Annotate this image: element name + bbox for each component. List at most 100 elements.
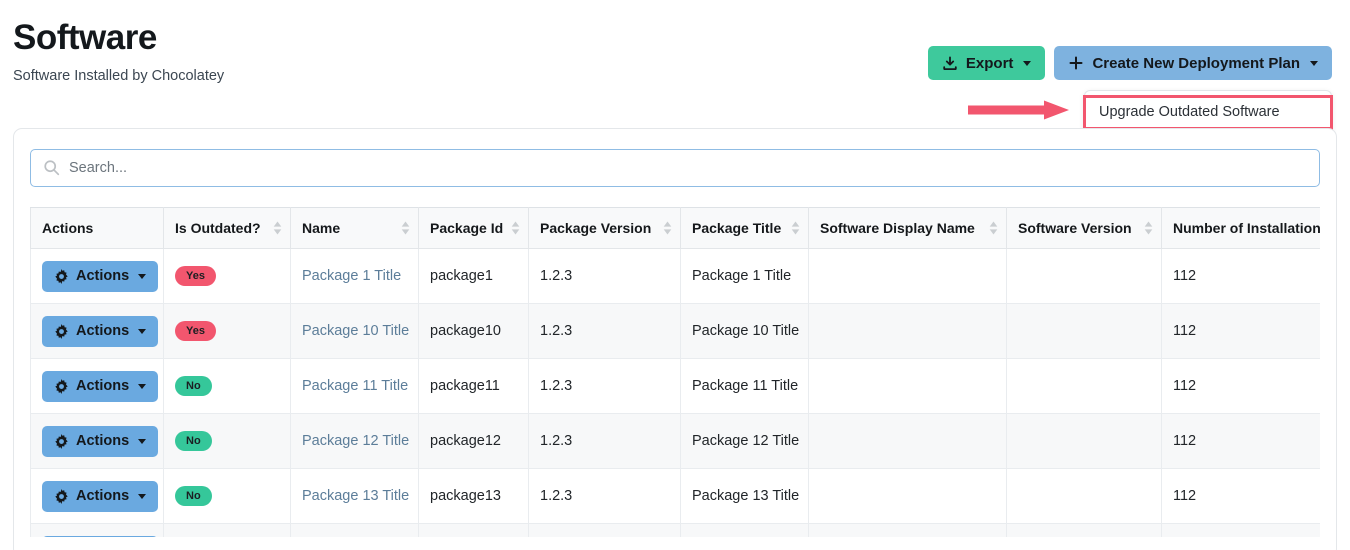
- create-new-deployment-plan-label: Create New Deployment Plan: [1092, 54, 1300, 72]
- package-name-link[interactable]: Package 1 Title: [302, 268, 401, 284]
- cell-package-title: Package 10 Title: [680, 303, 809, 359]
- column-header-number-of-installations[interactable]: Number of Installations: [1161, 207, 1320, 249]
- column-header-label: Number of Installations: [1173, 220, 1320, 236]
- number-of-installations-value: 112: [1173, 433, 1197, 449]
- column-header-is-outdated[interactable]: Is Outdated?: [163, 207, 291, 249]
- row-actions-button[interactable]: Actions: [42, 480, 159, 512]
- column-header-label: Is Outdated?: [175, 220, 261, 236]
- package-name-link[interactable]: Package 12 Title: [302, 433, 409, 449]
- package-id-value: package12: [430, 433, 501, 449]
- cell-software-version: [1006, 523, 1162, 537]
- cell-software-version: [1006, 413, 1162, 469]
- number-of-installations-value: 112: [1173, 323, 1197, 339]
- column-header-label: Package Version: [540, 220, 652, 236]
- page-title: Software: [13, 18, 157, 57]
- cell-is-outdated: No: [163, 523, 291, 537]
- is-outdated-badge: Yes: [175, 265, 216, 287]
- gear-icon: [54, 323, 69, 339]
- row-actions-button[interactable]: Actions: [42, 425, 159, 457]
- row-actions-label: Actions: [76, 432, 130, 449]
- column-header-name[interactable]: Name: [290, 207, 419, 249]
- cell-package-title: Package 11 Title: [680, 358, 809, 414]
- search-input[interactable]: [30, 149, 1320, 187]
- column-header-label: Software Version: [1018, 220, 1132, 236]
- cell-software-display-name: [808, 468, 1007, 524]
- cell-software-version: [1006, 303, 1162, 359]
- column-header-package-id[interactable]: Package Id: [418, 207, 529, 249]
- table-row: Actions Yes Package 1 Title package1 1.2.3 Pa…: [30, 248, 1320, 304]
- cell-name: Package 14 Title: [290, 523, 419, 537]
- cell-actions: Actions: [30, 468, 164, 524]
- package-name-link[interactable]: Package 13 Title: [302, 488, 409, 504]
- package-id-value: package1: [430, 268, 493, 284]
- gear-icon: [54, 268, 69, 284]
- cell-is-outdated: No: [163, 358, 291, 414]
- cell-actions: Actions: [30, 358, 164, 414]
- column-header-software-version[interactable]: Software Version: [1006, 207, 1162, 249]
- column-header-package-version[interactable]: Package Version: [528, 207, 681, 249]
- package-version-value: 1.2.3: [540, 488, 573, 504]
- number-of-installations-value: 112: [1173, 378, 1197, 394]
- row-actions-button[interactable]: Actions: [42, 535, 159, 537]
- cell-name: Package 11 Title: [290, 358, 419, 414]
- table-body: Actions Yes Package 1 Title package1 1.2.3 Pa…: [30, 248, 1320, 537]
- is-outdated-badge: Yes: [175, 320, 216, 342]
- table-row: Actions No Package 12 Title package12 1.2.3 P…: [30, 413, 1320, 469]
- table-row: Actions Yes Package 10 Title package10 1.2.3…: [30, 303, 1320, 359]
- row-actions-button[interactable]: Actions: [42, 260, 159, 292]
- package-name-link[interactable]: Package 10 Title: [302, 323, 409, 339]
- package-version-value: 1.2.3: [540, 433, 573, 449]
- package-id-value: package13: [430, 488, 501, 504]
- menu-item-upgrade-outdated-software[interactable]: Upgrade Outdated Software: [1083, 94, 1333, 131]
- column-header-label: Software Display Name: [820, 220, 975, 236]
- cell-software-display-name: [808, 523, 1007, 537]
- table-header: Actions Is Outdated? Name Package Id Package…: [30, 207, 1320, 249]
- cell-is-outdated: Yes: [163, 248, 291, 304]
- cell-package-id: package13: [418, 468, 529, 524]
- column-header-label: Package Title: [692, 220, 782, 236]
- cell-actions: Actions: [30, 303, 164, 359]
- row-actions-button[interactable]: Actions: [42, 370, 159, 402]
- cell-name: Package 13 Title: [290, 468, 419, 524]
- cell-name: Package 10 Title: [290, 303, 419, 359]
- search-icon: [44, 160, 60, 176]
- column-header-label: Name: [302, 220, 341, 236]
- sort-indicator-icon: [273, 221, 282, 235]
- page-subtitle: Software Installed by Chocolatey: [13, 68, 225, 85]
- download-icon: [942, 55, 958, 71]
- package-title-value: Package 13 Title: [692, 488, 800, 504]
- cell-number-of-installations: 112: [1161, 358, 1320, 414]
- package-id-value: package11: [430, 378, 500, 394]
- create-new-deployment-plan-button[interactable]: Create New Deployment Plan: [1054, 46, 1332, 80]
- cell-package-version: 1.2.3: [528, 303, 681, 359]
- cell-package-id: package14: [418, 523, 529, 537]
- plus-icon: [1068, 55, 1084, 71]
- page-header: Software Software Installed by Chocolate…: [13, 18, 713, 86]
- cell-package-version: 1.2.3: [528, 413, 681, 469]
- package-name-link[interactable]: Package 11 Title: [302, 378, 408, 394]
- cell-name: Package 12 Title: [290, 413, 419, 469]
- chevron-down-icon: [138, 438, 147, 444]
- table-header-row: Actions Is Outdated? Name Package Id Package…: [30, 207, 1320, 249]
- number-of-installations-value: 112: [1173, 488, 1197, 504]
- column-header-package-title[interactable]: Package Title: [680, 207, 809, 249]
- row-actions-button[interactable]: Actions: [42, 315, 159, 347]
- page-toolbar: Export Create New Deployment Plan: [927, 46, 1332, 80]
- cell-number-of-installations: 112: [1161, 413, 1320, 469]
- gear-icon: [54, 488, 69, 504]
- export-button[interactable]: Export: [927, 46, 1046, 80]
- export-button-label: Export: [965, 54, 1014, 72]
- sort-indicator-icon: [401, 221, 410, 235]
- gear-icon: [54, 433, 69, 449]
- column-header-label: Package Id: [430, 220, 504, 236]
- column-header-actions: Actions: [30, 207, 164, 249]
- chevron-down-icon: [138, 493, 147, 499]
- table-scroll-region[interactable]: Actions Is Outdated? Name Package Id Package…: [30, 207, 1320, 537]
- cell-number-of-installations: 112: [1161, 248, 1320, 304]
- row-actions-label: Actions: [76, 377, 130, 394]
- column-header-software-display-name[interactable]: Software Display Name: [808, 207, 1007, 249]
- cell-package-version: 1.2.3: [528, 358, 681, 414]
- cell-software-display-name: [808, 413, 1007, 469]
- cell-package-title: Package 14 Title: [680, 523, 809, 537]
- cell-package-id: package12: [418, 413, 529, 469]
